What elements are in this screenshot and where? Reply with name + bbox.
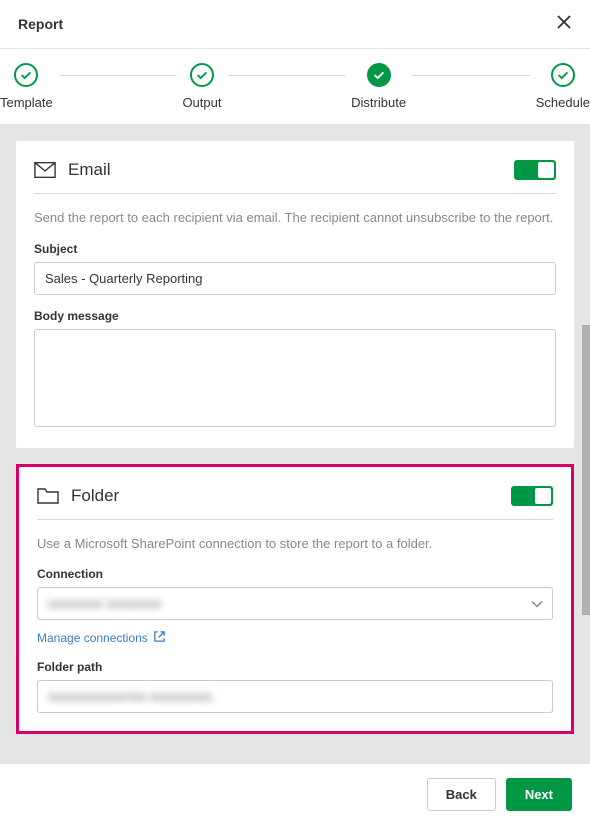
dialog-header: Report xyxy=(0,0,590,48)
body-label: Body message xyxy=(34,309,556,323)
dialog-title: Report xyxy=(18,16,63,32)
close-icon[interactable] xyxy=(556,14,572,34)
folder-description: Use a Microsoft SharePoint connection to… xyxy=(37,534,553,554)
subject-label: Subject xyxy=(34,242,556,256)
email-description: Send the report to each recipient via em… xyxy=(34,208,556,228)
content-area: Email Send the report to each recipient … xyxy=(0,125,590,764)
folder-path-label: Folder path xyxy=(37,660,553,674)
step-divider xyxy=(412,75,530,76)
folder-toggle[interactable] xyxy=(511,486,553,506)
scrollbar[interactable] xyxy=(580,125,590,764)
email-title: Email xyxy=(68,160,111,180)
external-link-icon xyxy=(153,630,166,646)
folder-highlight: Folder Use a Microsoft SharePoint connec… xyxy=(16,464,574,735)
step-template[interactable]: Template xyxy=(0,63,53,110)
folder-icon xyxy=(37,485,59,507)
dialog-footer: Back Next xyxy=(0,764,590,825)
body-textarea[interactable] xyxy=(34,329,556,427)
next-button[interactable]: Next xyxy=(506,778,572,811)
step-divider xyxy=(59,75,177,76)
subject-input[interactable] xyxy=(34,262,556,295)
manage-connections-link[interactable]: Manage connections xyxy=(37,630,166,646)
folder-path-input[interactable]: ●●●●●●●●●●/●● ●●●●●●●● xyxy=(37,680,553,713)
step-distribute[interactable]: Distribute xyxy=(351,63,406,110)
back-button[interactable]: Back xyxy=(427,778,496,811)
folder-card: Folder Use a Microsoft SharePoint connec… xyxy=(19,467,571,732)
email-toggle[interactable] xyxy=(514,160,556,180)
step-output[interactable]: Output xyxy=(182,63,221,110)
folder-title: Folder xyxy=(71,486,119,506)
email-icon xyxy=(34,159,56,181)
email-card: Email Send the report to each recipient … xyxy=(16,141,574,448)
connection-label: Connection xyxy=(37,567,553,581)
step-divider xyxy=(227,75,345,76)
connection-select[interactable]: ●●●●●●● ●●●●●●● xyxy=(37,587,553,620)
stepper: Template Output Distribute Schedule xyxy=(0,48,590,125)
step-schedule[interactable]: Schedule xyxy=(536,63,590,110)
